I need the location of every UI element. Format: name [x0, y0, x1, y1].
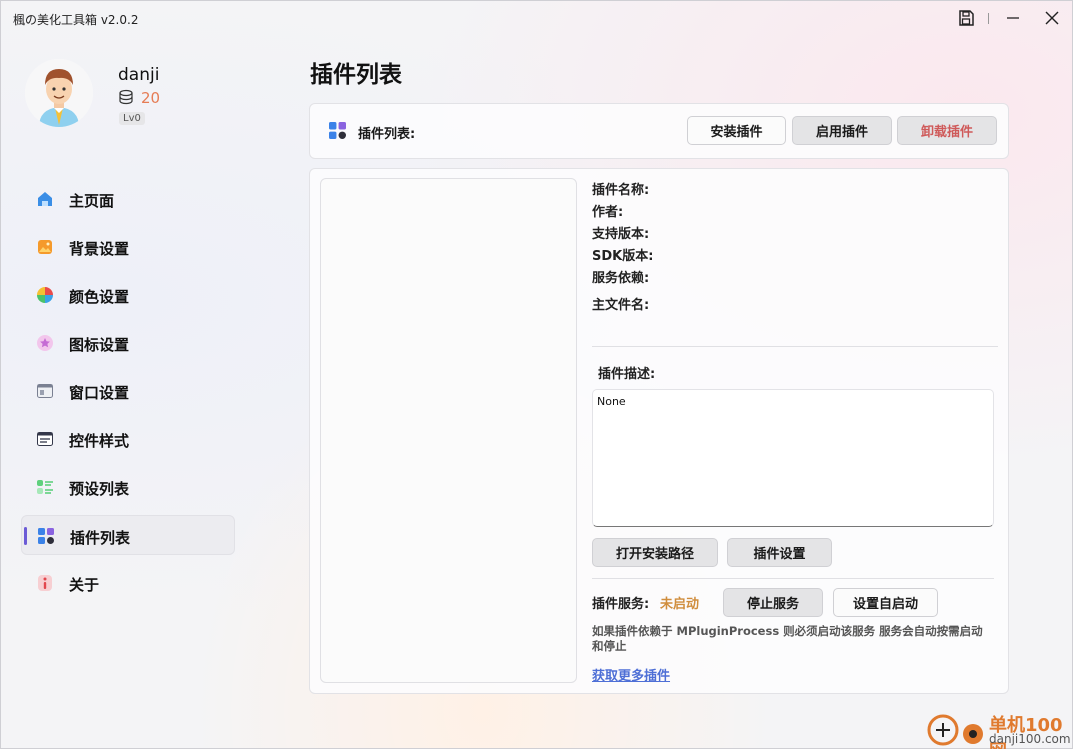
- main-file-label: 主文件名:: [592, 298, 650, 313]
- enable-plugin-button[interactable]: 启用插件: [792, 116, 892, 145]
- plugin-description-text: None: [597, 395, 626, 408]
- sidebar-item-label: 预设列表: [69, 480, 130, 498]
- sidebar-item-home[interactable]: 主页面: [21, 179, 235, 219]
- titlebar-separator: [988, 13, 989, 24]
- divider: [592, 346, 998, 347]
- info-icon: [37, 575, 53, 591]
- sidebar-item-window[interactable]: 窗口设置: [21, 371, 235, 411]
- sidebar-item-plugins[interactable]: 插件列表: [21, 515, 235, 555]
- window-title: 楓の美化工具箱 v2.0.2: [13, 13, 139, 27]
- sidebar-item-label: 窗口设置: [69, 384, 130, 402]
- level-badge: Lv0: [119, 112, 145, 125]
- set-autostart-button[interactable]: 设置自启动: [833, 588, 938, 617]
- sidebar-item-icon[interactable]: 图标设置: [21, 323, 235, 363]
- supported-version-label: 支持版本:: [592, 227, 650, 242]
- sidebar-item-about[interactable]: 关于: [21, 563, 235, 603]
- control-style-icon: [37, 431, 53, 447]
- sidebar-item-background[interactable]: 背景设置: [21, 227, 235, 267]
- service-status: 未启动: [660, 597, 700, 612]
- service-label: 插件服务:: [592, 597, 650, 612]
- home-icon: [37, 191, 53, 207]
- plugin-name-label: 插件名称:: [592, 183, 650, 198]
- toolbar-label: 插件列表:: [358, 127, 416, 142]
- watermark-url: danji100.com: [989, 732, 1071, 746]
- sidebar-item-control-style[interactable]: 控件样式: [21, 419, 235, 459]
- sidebar-item-label: 颜色设置: [69, 288, 130, 306]
- preset-list-icon: [37, 479, 53, 495]
- app-window: 楓の美化工具箱 v2.0.2 danji 20 Lv0 主页面 背景设置 颜色设…: [0, 0, 1073, 749]
- sdk-version-label: SDK版本:: [592, 249, 654, 264]
- star-icon: [37, 335, 53, 351]
- author-label: 作者:: [592, 205, 624, 220]
- service-note: 如果插件依赖于 MPluginProcess 则必须启动该服务 服务会自动按需启…: [592, 624, 983, 653]
- get-more-plugins-link[interactable]: 获取更多插件: [592, 665, 670, 684]
- avatar[interactable]: [25, 59, 93, 127]
- sidebar-item-presets[interactable]: 预设列表: [21, 467, 235, 507]
- sidebar-item-label: 主页面: [69, 192, 115, 210]
- sidebar-nav: 主页面 背景设置 颜色设置 图标设置 窗口设置 控件样式 预设列表 插件列表 关…: [21, 179, 235, 611]
- plugin-grid-icon: [38, 528, 54, 544]
- sidebar-item-label: 关于: [69, 576, 100, 594]
- image-icon: [37, 239, 53, 255]
- sidebar-item-color[interactable]: 颜色设置: [21, 275, 235, 315]
- title-bar: 楓の美化工具箱 v2.0.2: [1, 1, 1072, 35]
- uninstall-plugin-button[interactable]: 卸载插件: [897, 116, 997, 145]
- coin-count: 20: [141, 89, 161, 107]
- sidebar-item-label: 插件列表: [70, 529, 131, 547]
- plugin-settings-button[interactable]: 插件设置: [727, 538, 832, 567]
- coins-icon: [118, 89, 134, 105]
- sidebar-item-label: 背景设置: [69, 240, 130, 258]
- stop-service-button[interactable]: 停止服务: [723, 588, 823, 617]
- service-deps-label: 服务依赖:: [592, 271, 650, 286]
- sidebar-item-label: 图标设置: [69, 336, 130, 354]
- minimize-icon[interactable]: [1001, 7, 1025, 29]
- sidebar-item-label: 控件样式: [69, 432, 130, 450]
- plugin-description-box[interactable]: None: [592, 389, 994, 527]
- plugin-desc-label: 插件描述:: [598, 367, 656, 382]
- window-icon: [37, 383, 53, 399]
- plugin-list[interactable]: [320, 178, 577, 683]
- close-icon[interactable]: [1040, 7, 1064, 29]
- page-title: 插件列表: [310, 62, 402, 88]
- color-wheel-icon: [37, 287, 53, 303]
- open-install-path-button[interactable]: 打开安装路径: [592, 538, 718, 567]
- install-plugin-button[interactable]: 安装插件: [687, 116, 786, 145]
- divider: [592, 578, 994, 579]
- username: danji: [118, 65, 160, 85]
- save-icon[interactable]: [954, 7, 978, 29]
- plugin-grid-icon: [329, 122, 346, 139]
